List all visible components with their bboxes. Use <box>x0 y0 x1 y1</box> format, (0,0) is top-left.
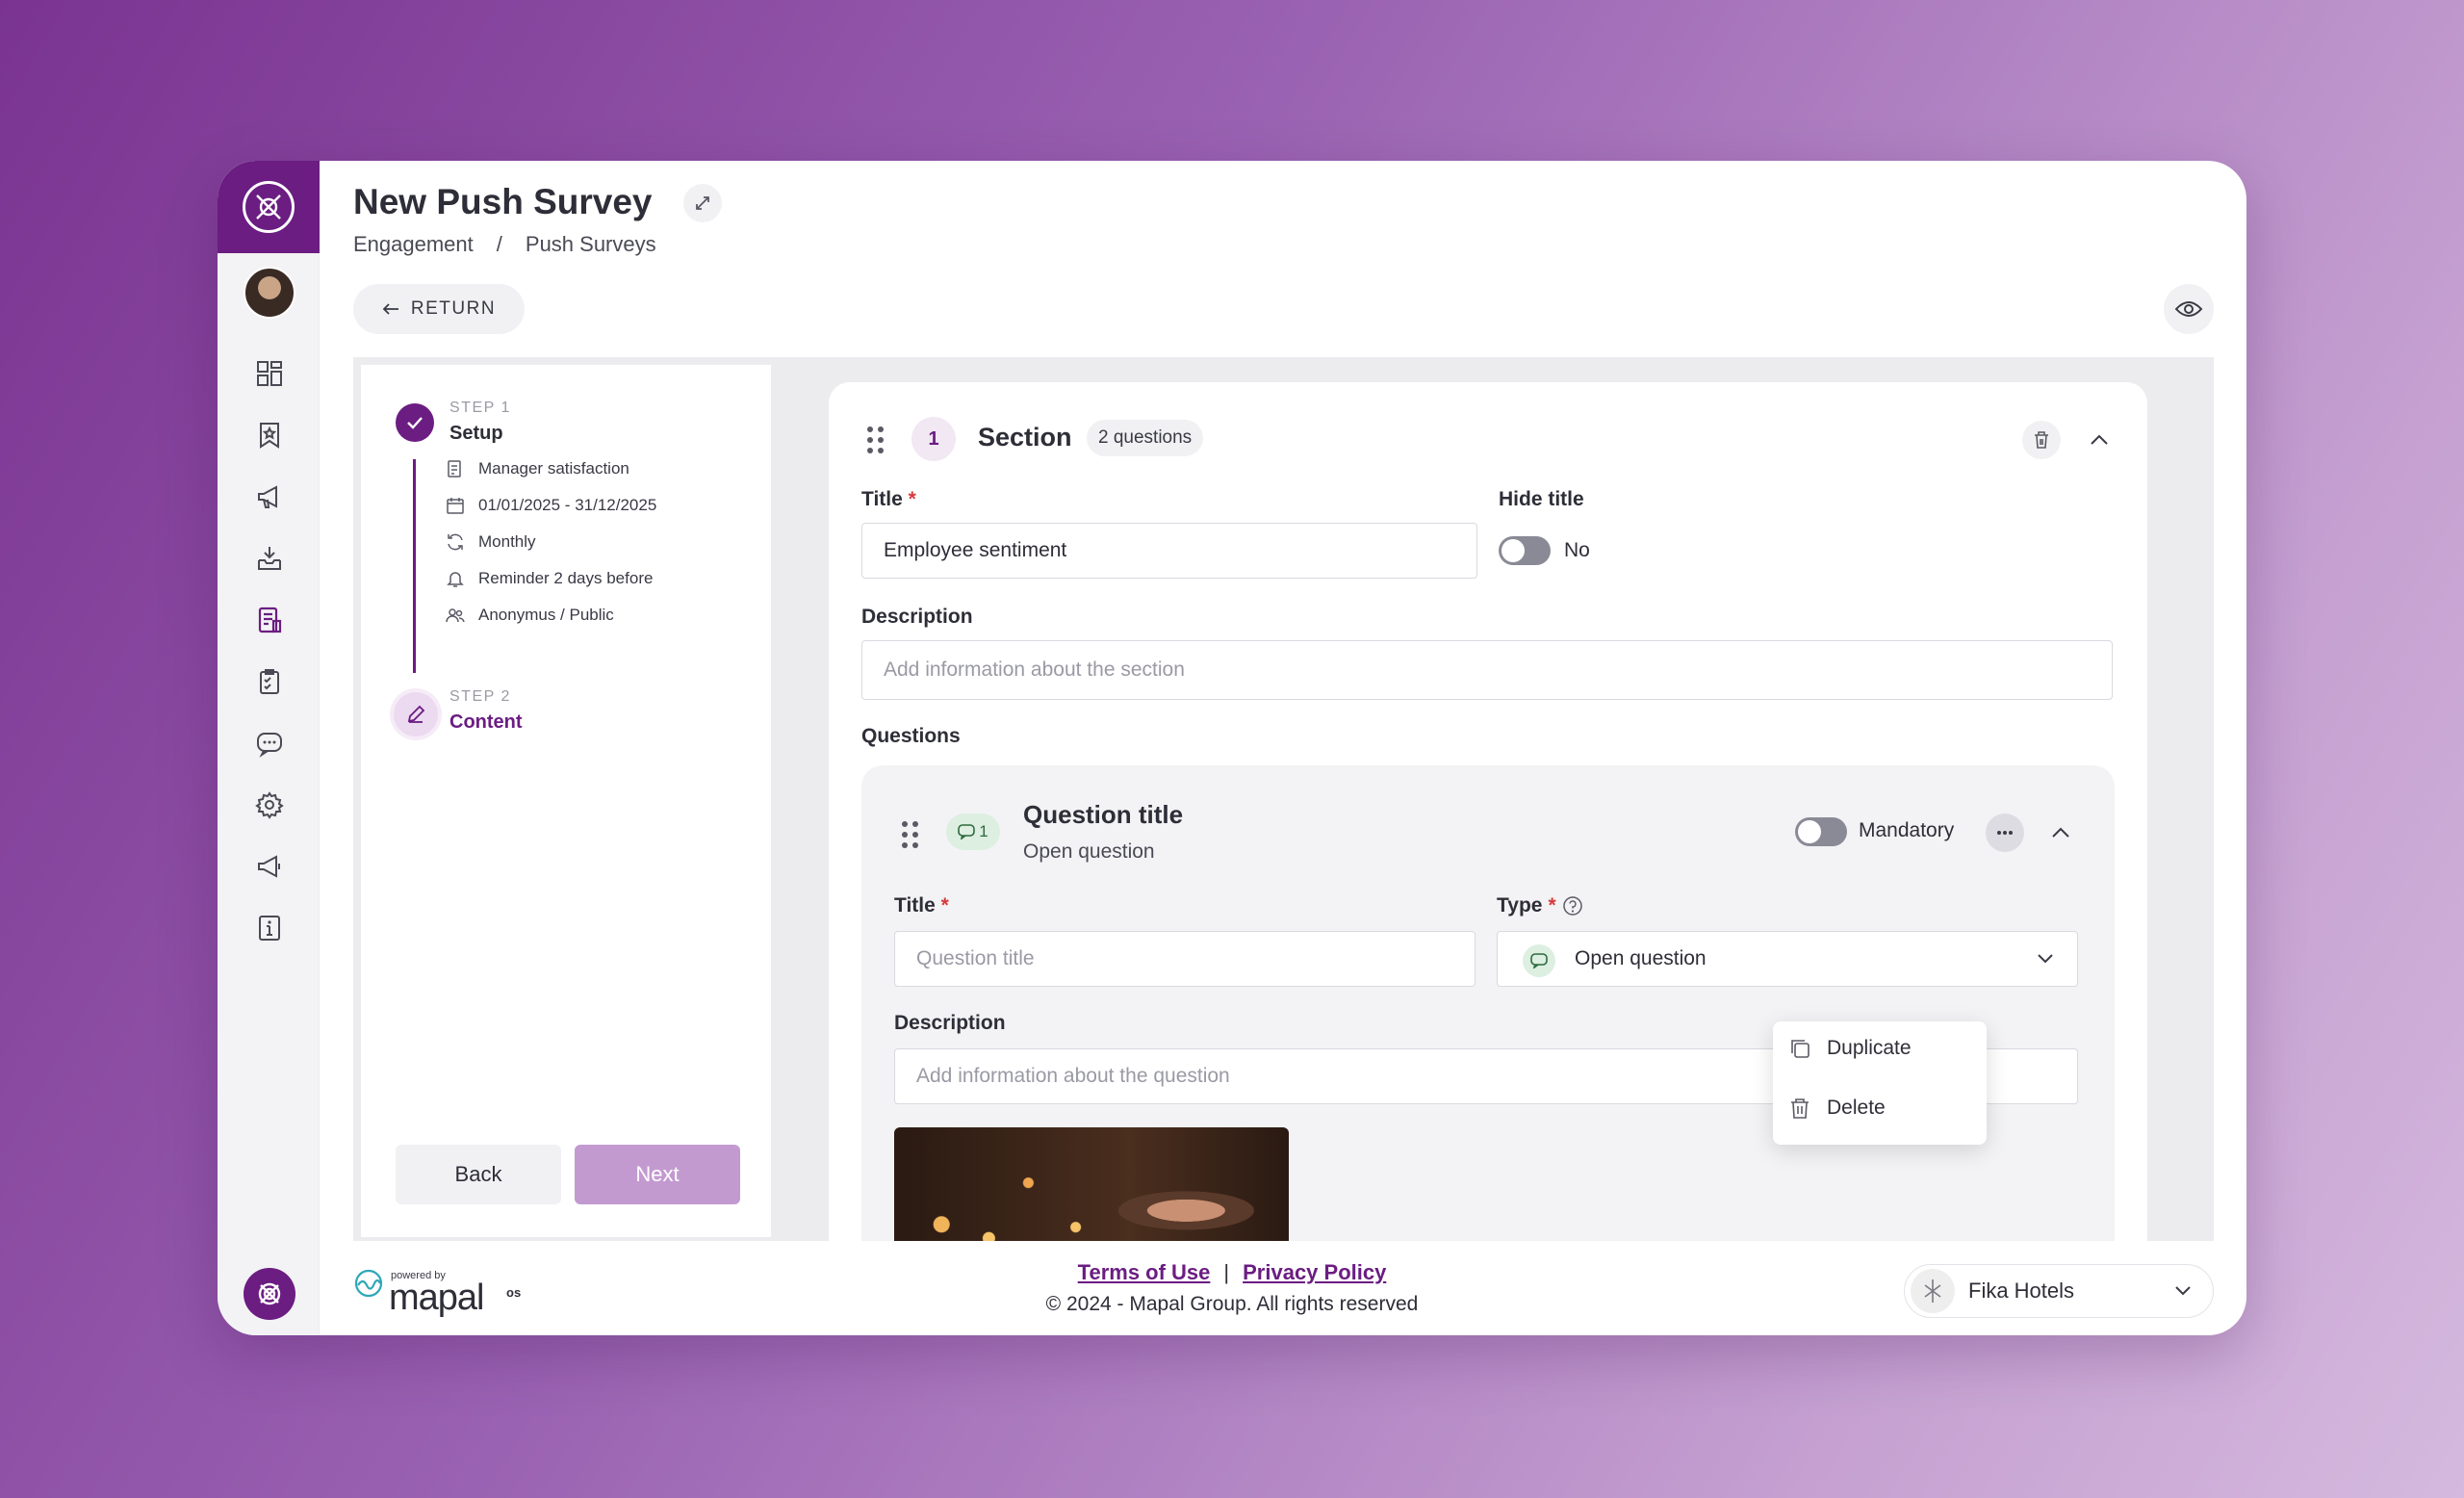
section-title-input[interactable]: Employee sentiment <box>861 523 1477 579</box>
arrow-left-icon <box>382 303 398 315</box>
question-title: Question title <box>1023 800 1184 829</box>
hide-title-value: No <box>1564 539 1590 561</box>
footer-separator: | <box>1223 1260 1230 1284</box>
collapse-question-button[interactable] <box>2041 814 2080 852</box>
breadcrumb-separator: / <box>496 232 502 256</box>
info-icon[interactable] <box>253 912 286 944</box>
step-detail-survey: Manager satisfaction <box>446 459 629 478</box>
section-number: 1 <box>911 417 956 461</box>
document-icon <box>448 460 461 478</box>
menu-item-duplicate[interactable]: Duplicate <box>1788 1037 1912 1060</box>
breadcrumb-engagement[interactable]: Engagement <box>353 232 474 257</box>
breadcrumb-push-surveys[interactable]: Push Surveys <box>526 232 656 257</box>
company-logo <box>1911 1269 1955 1313</box>
step1-check-icon <box>396 403 434 442</box>
question-title-label: Title * <box>894 894 949 917</box>
mandatory-label: Mandatory <box>1859 819 1955 841</box>
company-selector[interactable]: Fika Hotels <box>1904 1264 2214 1318</box>
question-type-subtitle: Open question <box>1023 840 1155 863</box>
sidebar-rail <box>218 161 320 1335</box>
question-number-badge: 1 <box>946 814 1000 850</box>
edit-title-button[interactable] <box>683 184 722 222</box>
step2-number: STEP 2 <box>449 688 511 705</box>
user-avatar[interactable] <box>244 267 295 319</box>
message-icon <box>958 824 976 839</box>
section-title: Section <box>978 423 1072 452</box>
step2-label[interactable]: Content <box>449 711 523 734</box>
question-description-label: Description <box>894 1012 1006 1034</box>
eye-icon <box>2174 301 2203 317</box>
step-detail-frequency: Monthly <box>446 532 536 552</box>
chevron-down-icon <box>2175 1286 2191 1296</box>
gear-icon[interactable] <box>253 788 286 821</box>
section-title-label: Title * <box>861 488 916 510</box>
back-button[interactable]: Back <box>396 1145 561 1204</box>
company-name: Fika Hotels <box>1968 1278 2075 1303</box>
hide-title-label: Hide title <box>1499 488 1584 510</box>
delete-section-button[interactable] <box>2022 421 2061 459</box>
duplicate-icon <box>1791 1040 1810 1058</box>
open-question-icon <box>1523 944 1555 977</box>
announcement-icon[interactable] <box>253 850 286 883</box>
step1-label[interactable]: Setup <box>449 423 503 445</box>
clipboard-check-icon[interactable] <box>253 665 286 698</box>
trash-icon <box>2035 431 2048 449</box>
return-button[interactable]: RETURN <box>353 284 525 334</box>
megaphone-icon[interactable] <box>253 480 286 513</box>
chat-icon[interactable] <box>253 727 286 760</box>
logo-icon <box>243 181 295 233</box>
step-detail-dates: 01/01/2025 - 31/12/2025 <box>446 496 656 515</box>
question-drag-handle-icon[interactable] <box>902 821 918 848</box>
privacy-link[interactable]: Privacy Policy <box>1243 1260 1386 1284</box>
step-detail-audience: Anonymus / Public <box>446 606 614 625</box>
app-logo[interactable] <box>218 161 320 253</box>
chevron-down-icon <box>2038 954 2053 964</box>
users-icon <box>446 608 465 623</box>
step1-number: STEP 1 <box>449 400 511 416</box>
dashboard-icon[interactable] <box>253 357 286 390</box>
step-detail-reminder: Reminder 2 days before <box>446 569 653 588</box>
questions-label: Questions <box>861 725 961 747</box>
breadcrumb: Engagement / Push Surveys <box>353 232 656 257</box>
ellipsis-icon <box>1997 831 2013 835</box>
refresh-icon <box>448 533 463 551</box>
question-options-menu: Duplicate Delete <box>1773 1021 1987 1145</box>
survey-icon[interactable] <box>253 604 286 636</box>
menu-item-delete[interactable]: Delete <box>1788 1097 1886 1120</box>
inbox-download-icon[interactable] <box>253 542 286 575</box>
trash-icon <box>1791 1098 1809 1119</box>
page-title: New Push Survey <box>353 182 653 221</box>
section-description-label: Description <box>861 606 973 628</box>
section-drag-handle-icon[interactable] <box>867 426 884 453</box>
chevron-up-icon <box>2052 827 2069 838</box>
question-title-input[interactable]: Question title <box>894 931 1476 987</box>
question-count-badge: 2 questions <box>1087 420 1204 456</box>
next-button[interactable]: Next <box>575 1145 740 1204</box>
bookmark-star-icon[interactable] <box>253 419 286 452</box>
calendar-icon <box>447 498 464 514</box>
terms-link[interactable]: Terms of Use <box>1078 1260 1211 1284</box>
help-circle-icon[interactable] <box>1562 895 1583 917</box>
question-card: 1 Question title Open question Mandatory… <box>861 765 2115 1241</box>
preview-button[interactable] <box>2164 284 2214 334</box>
app-window: New Push Survey Engagement / Push Survey… <box>218 161 2246 1335</box>
question-type-label: Type * <box>1497 894 1583 917</box>
expand-icon <box>696 196 709 210</box>
question-type-select[interactable]: Open question <box>1497 931 2078 987</box>
steps-panel: STEP 1 Setup Manager satisfaction 01/01/… <box>361 365 771 1237</box>
collapse-section-button[interactable] <box>2080 421 2118 459</box>
bell-icon <box>447 572 464 587</box>
question-image[interactable] <box>894 1127 1289 1241</box>
step2-pen-icon <box>394 692 438 736</box>
section-description-input[interactable]: Add information about the section <box>861 640 2113 700</box>
hide-title-toggle[interactable] <box>1499 536 1551 565</box>
chevron-up-icon <box>2091 434 2108 445</box>
return-label: RETURN <box>410 298 497 319</box>
step-progress-line <box>413 459 416 673</box>
more-options-button[interactable] <box>1986 814 2024 852</box>
mandatory-toggle[interactable] <box>1795 817 1847 846</box>
